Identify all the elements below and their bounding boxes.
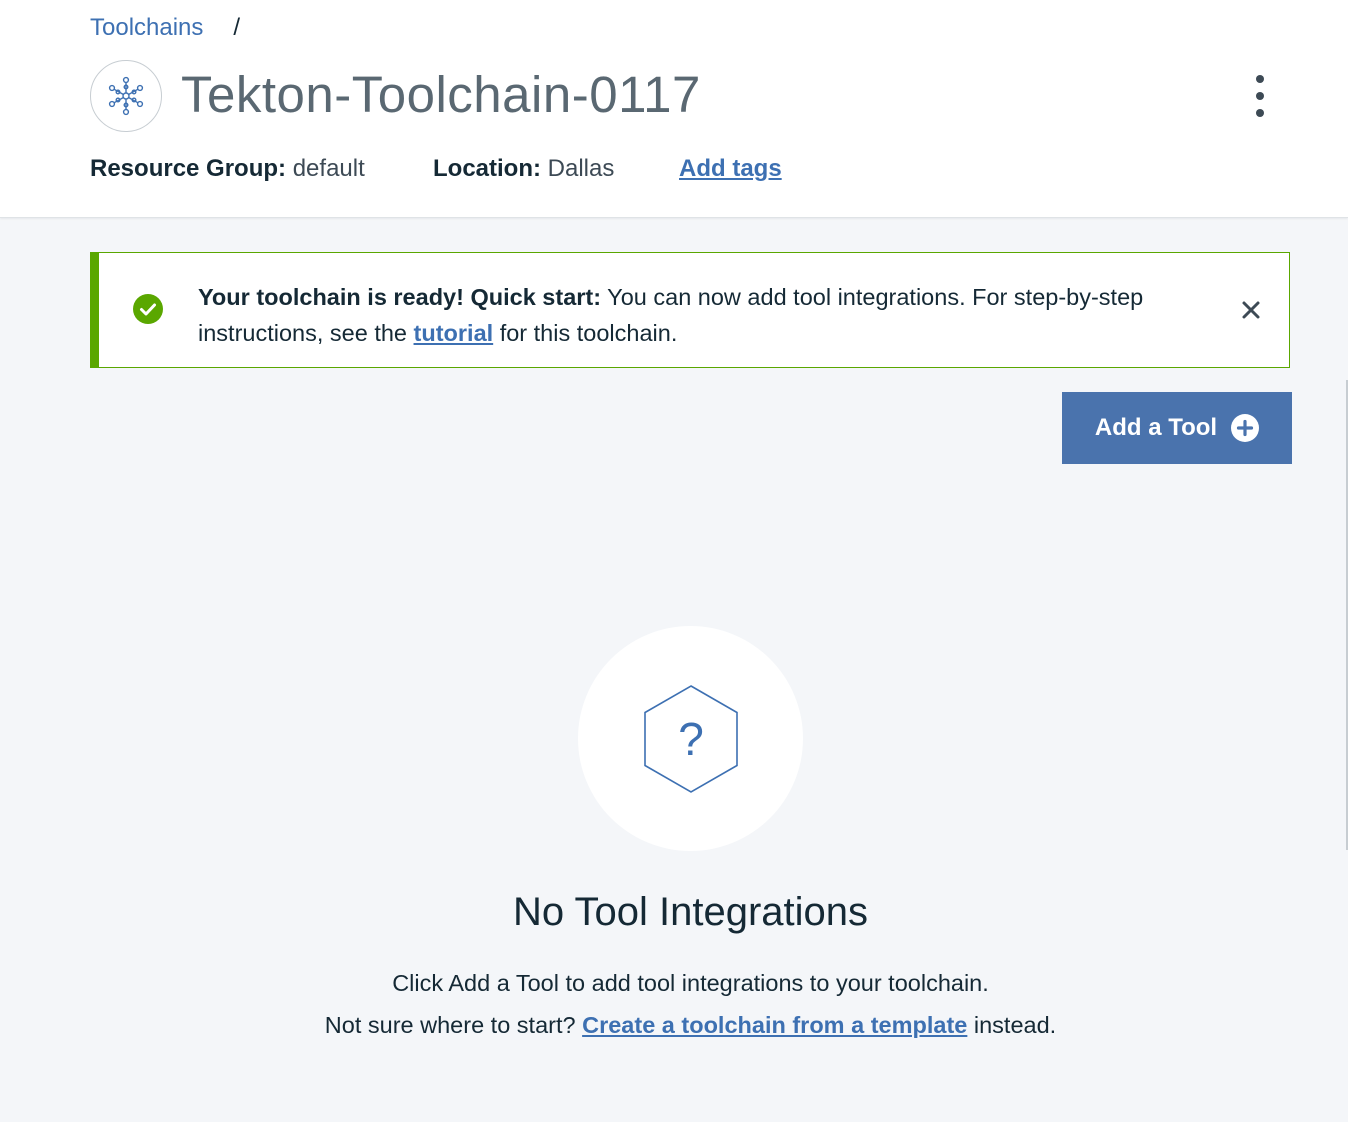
toolchain-meta-row: Resource Group: default Location: Dallas… <box>90 155 782 183</box>
notification-title: Your toolchain is ready! Quick start: <box>198 284 602 310</box>
empty-state-line2: Not sure where to start? Create a toolch… <box>0 1004 1348 1046</box>
breadcrumb-separator: / <box>233 14 241 41</box>
overflow-dot <box>1256 75 1264 83</box>
notification-text-after: for this toolchain. <box>493 320 678 346</box>
overflow-dot <box>1256 92 1264 100</box>
resource-group: Resource Group: default <box>90 155 433 183</box>
page-title: Tekton-Toolchain-0117 <box>181 66 701 123</box>
add-tool-label: Add a Tool <box>1094 414 1218 441</box>
overflow-dot <box>1256 109 1264 117</box>
tutorial-link[interactable]: tutorial <box>414 320 494 346</box>
resource-group-value: default <box>292 155 365 182</box>
close-icon[interactable] <box>1240 299 1262 321</box>
add-tags-link[interactable]: Add tags <box>679 155 782 183</box>
success-notification: Your toolchain is ready! Quick start: Yo… <box>90 252 1290 368</box>
empty-state-illustration: ? <box>578 626 803 851</box>
create-from-template-link[interactable]: Create a toolchain from a template <box>582 1012 967 1038</box>
add-a-tool-button[interactable]: Add a Tool <box>1062 392 1292 464</box>
hexagon-question-icon: ? <box>643 684 738 793</box>
notification-message: Your toolchain is ready! Quick start: Yo… <box>198 279 1228 351</box>
toolchain-network-icon <box>90 60 162 132</box>
location: Location: Dallas <box>433 155 679 183</box>
add-filled-icon <box>1231 414 1260 442</box>
empty-state-line2-text: Not sure where to start? <box>324 1012 583 1038</box>
empty-state-description: Click Add a Tool to add tool integration… <box>0 962 1348 1046</box>
empty-state-line2-suffix: instead. <box>967 1012 1057 1038</box>
breadcrumb: Toolchains / <box>90 14 240 42</box>
location-label: Location: <box>433 155 541 182</box>
resource-group-label: Resource Group: <box>90 155 287 182</box>
empty-state-line1: Click Add a Tool to add tool integration… <box>392 970 989 996</box>
checkmark-filled-icon <box>133 294 163 324</box>
svg-text:?: ? <box>678 713 704 765</box>
page-header: Toolchains / Tekton-Toolchain-0117 Resou… <box>0 0 1348 218</box>
empty-state-title: No Tool Integrations <box>512 890 869 934</box>
location-value: Dallas <box>547 155 615 182</box>
overflow-menu-vertical-icon[interactable] <box>1240 70 1280 122</box>
breadcrumb-toolchains-link[interactable]: Toolchains <box>90 14 203 42</box>
